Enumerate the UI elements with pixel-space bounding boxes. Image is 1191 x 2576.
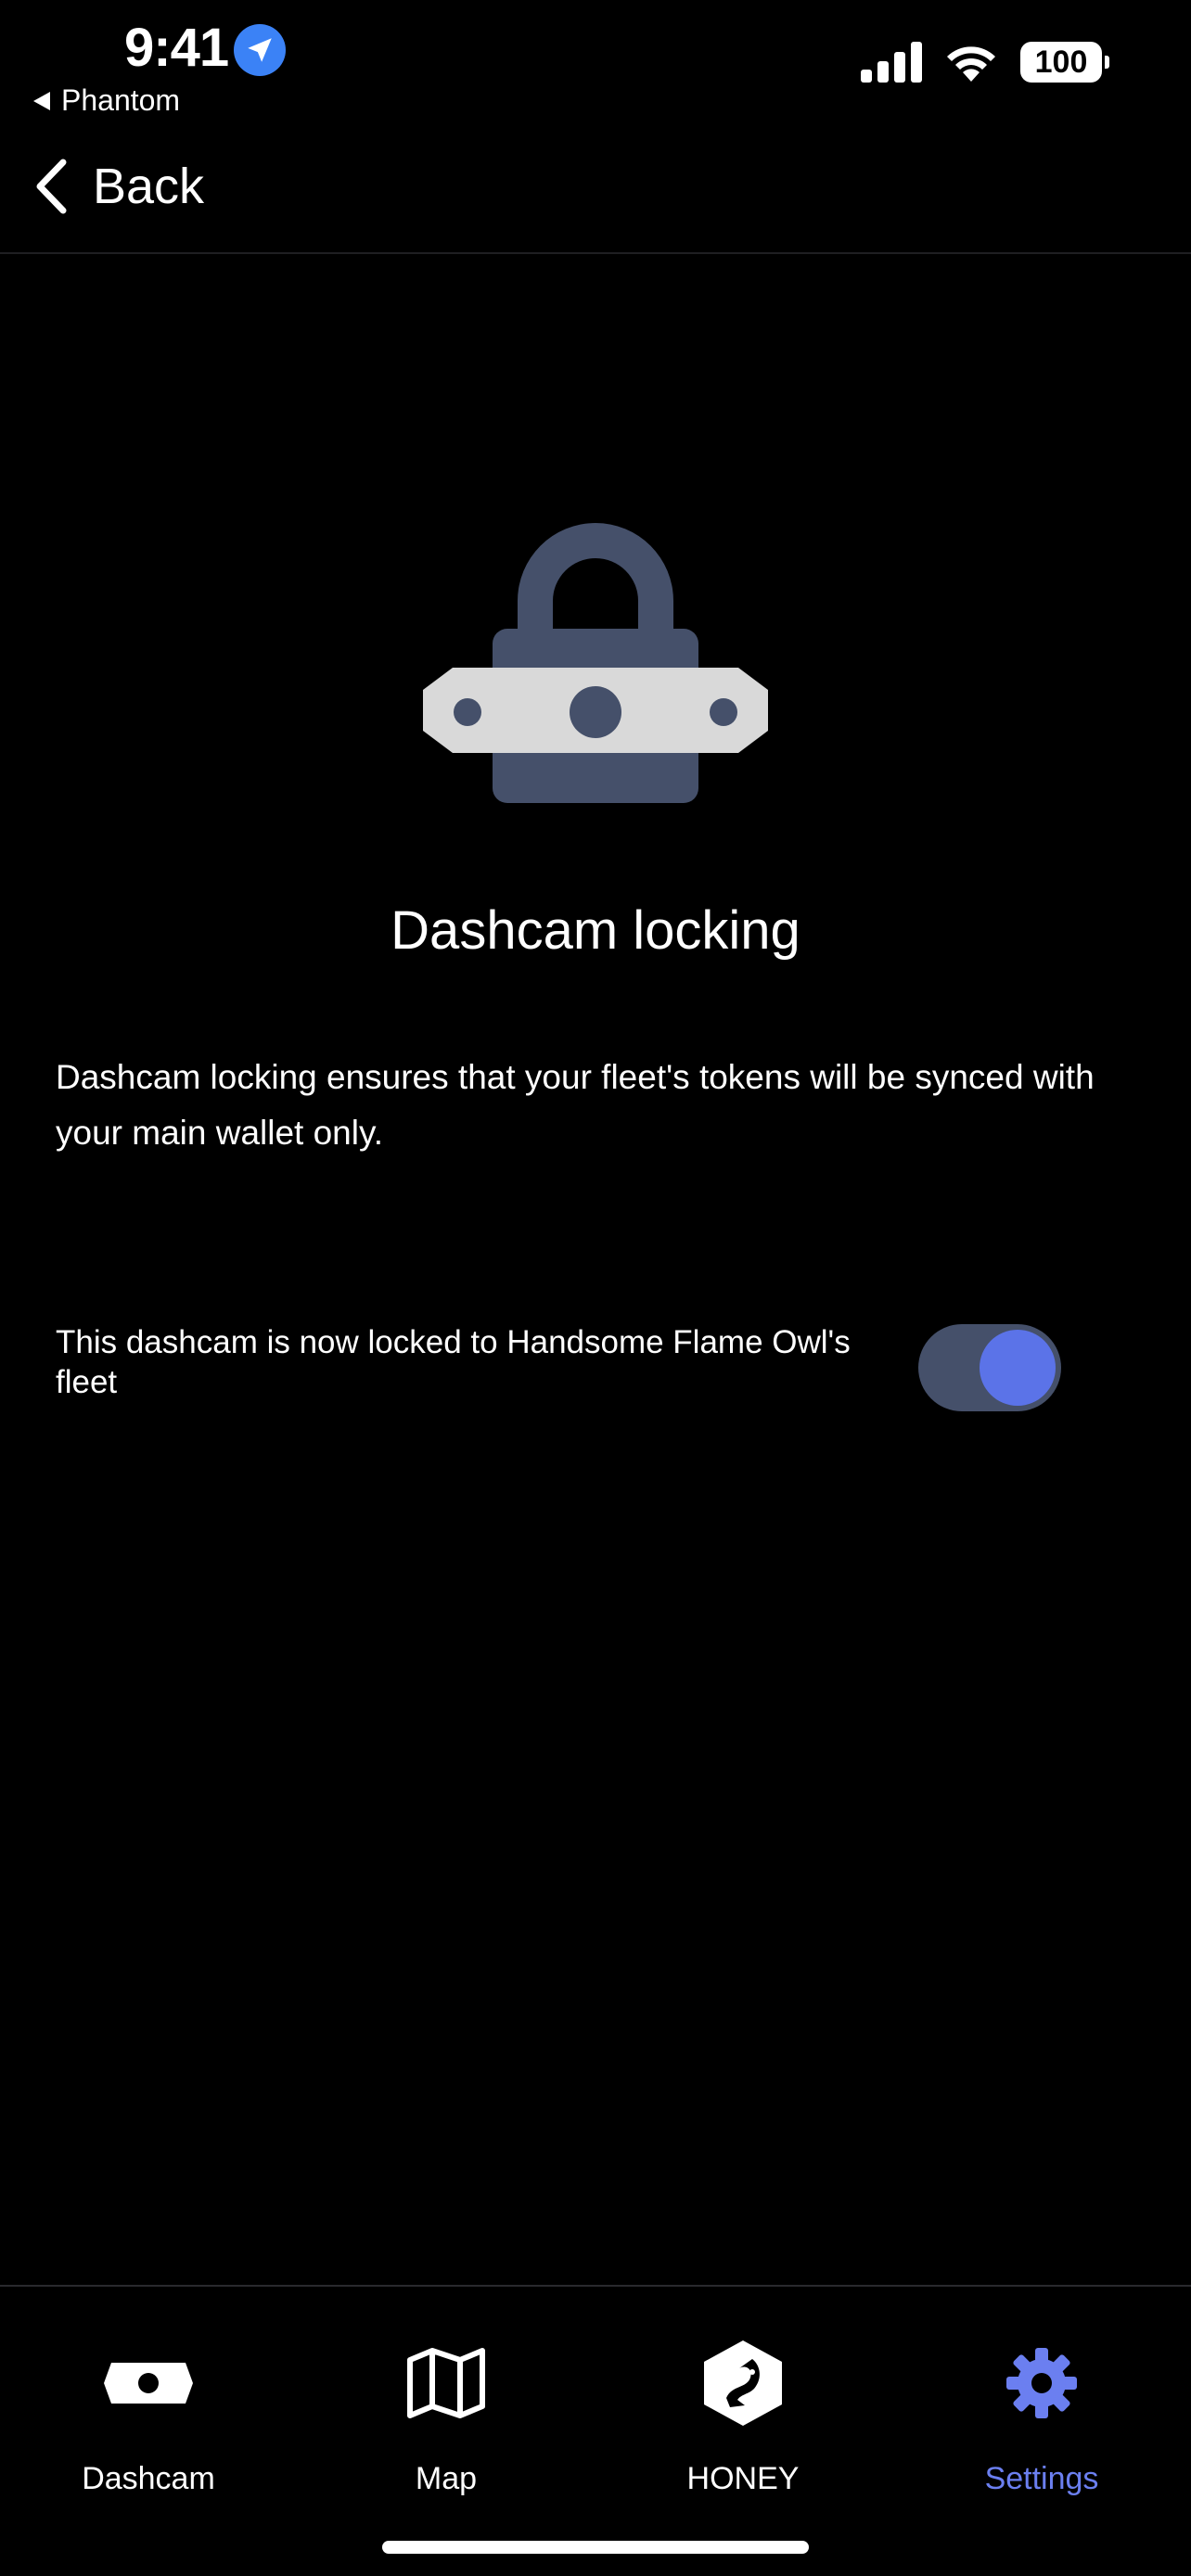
back-triangle-icon bbox=[33, 91, 50, 110]
back-button[interactable]: Back bbox=[33, 158, 204, 215]
return-app-label: Phantom bbox=[61, 83, 181, 117]
home-indicator[interactable] bbox=[382, 2541, 809, 2554]
cellular-signal-icon bbox=[861, 42, 922, 83]
gear-icon bbox=[1005, 2337, 1079, 2429]
lock-status-label: This dashcam is now locked to Handsome F… bbox=[56, 1324, 851, 1400]
return-to-app-link[interactable]: Phantom bbox=[33, 83, 180, 118]
map-icon bbox=[406, 2337, 486, 2429]
honey-icon bbox=[704, 2337, 782, 2429]
toggle-knob bbox=[980, 1330, 1056, 1406]
description-text: Dashcam locking ensures that your fleet'… bbox=[56, 1058, 1095, 1152]
tab-honey[interactable]: HONEY bbox=[632, 2337, 854, 2513]
battery-level: 100 bbox=[1034, 44, 1088, 80]
status-time: 9:41 bbox=[124, 18, 229, 78]
location-arrow-icon bbox=[234, 24, 286, 76]
back-label: Back bbox=[93, 159, 205, 214]
tab-label-settings: Settings bbox=[984, 2461, 1099, 2496]
chevron-left-icon bbox=[36, 159, 67, 214]
dashcam-icon bbox=[104, 2337, 193, 2429]
page-title: Dashcam locking bbox=[391, 900, 800, 961]
battery-icon: 100 bbox=[1020, 42, 1109, 83]
tab-dashcam[interactable]: Dashcam bbox=[37, 2337, 260, 2513]
wifi-icon bbox=[947, 46, 995, 82]
tab-label-map: Map bbox=[415, 2461, 478, 2496]
tab-label-honey: HONEY bbox=[686, 2461, 800, 2496]
status-indicators: 100 bbox=[861, 41, 1109, 83]
tab-label-dashcam: Dashcam bbox=[82, 2461, 215, 2496]
tab-bar-divider bbox=[0, 2285, 1191, 2287]
dashcam-lock-toggle[interactable] bbox=[918, 1324, 1061, 1411]
screen: 9:41 Phantom 100 Back Dashcam locking Da… bbox=[0, 0, 1191, 2576]
tab-map[interactable]: Map bbox=[335, 2337, 557, 2513]
nav-divider bbox=[0, 252, 1191, 254]
tab-settings[interactable]: Settings bbox=[930, 2337, 1153, 2513]
dashcam-lock-icon bbox=[423, 523, 768, 803]
